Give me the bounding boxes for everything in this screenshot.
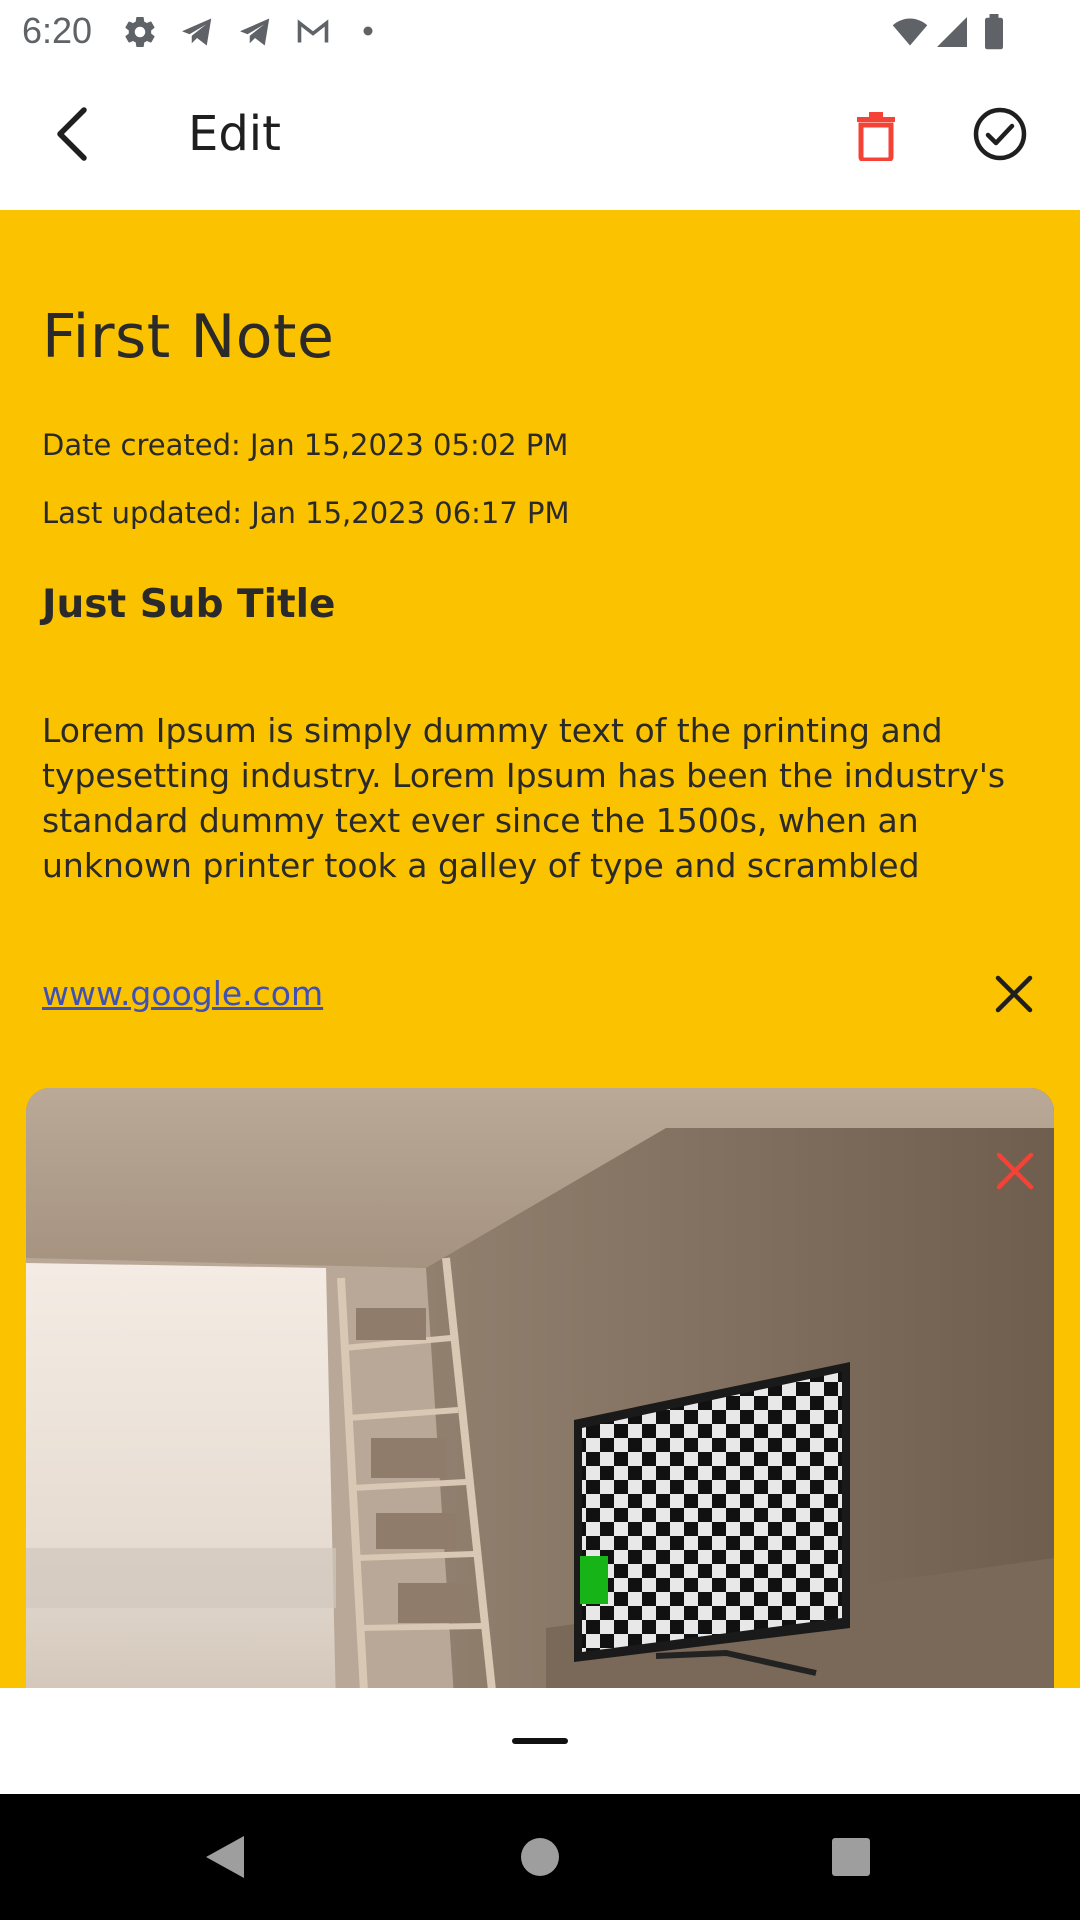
page-title: Edit bbox=[188, 106, 281, 162]
nav-recents-button[interactable] bbox=[818, 1824, 884, 1890]
trash-icon bbox=[857, 112, 895, 161]
nav-home-button[interactable] bbox=[507, 1824, 573, 1890]
save-button[interactable] bbox=[970, 104, 1030, 164]
note-content: First Note Date created: Jan 15,2023 05:… bbox=[0, 210, 1080, 1688]
note-image bbox=[26, 1088, 1054, 1688]
bottom-sheet bbox=[0, 1688, 1080, 1794]
home-circle-icon bbox=[521, 1838, 559, 1876]
note-title[interactable]: First Note bbox=[42, 302, 334, 372]
drag-handle[interactable] bbox=[512, 1738, 568, 1744]
telegram-icon bbox=[178, 14, 214, 50]
app-bar: Edit bbox=[0, 62, 1080, 210]
remove-link-button[interactable] bbox=[990, 970, 1038, 1018]
dot-icon bbox=[362, 22, 374, 36]
last-updated: Last updated: Jan 15,2023 06:17 PM bbox=[42, 496, 570, 530]
back-button[interactable] bbox=[42, 104, 102, 164]
gear-icon bbox=[122, 14, 158, 50]
cell-signal-icon bbox=[934, 14, 970, 50]
telegram-icon bbox=[236, 14, 272, 50]
gmail-icon bbox=[294, 14, 330, 50]
link-row: www.google.com bbox=[42, 964, 1038, 1034]
status-time: 6:20 bbox=[22, 10, 93, 51]
recents-square-icon bbox=[832, 1838, 870, 1876]
close-icon bbox=[996, 1152, 1034, 1190]
screen: 6:20 Edit First Note Date created: Jan 1… bbox=[0, 0, 1080, 1920]
room-photo bbox=[26, 1088, 1054, 1688]
note-link[interactable]: www.google.com bbox=[42, 974, 323, 1013]
date-created: Date created: Jan 15,2023 05:02 PM bbox=[42, 428, 569, 462]
note-subtitle[interactable]: Just Sub Title bbox=[42, 582, 336, 627]
chevron-left-icon bbox=[57, 107, 87, 161]
delete-button[interactable] bbox=[846, 104, 906, 168]
nav-back-button[interactable] bbox=[192, 1824, 258, 1890]
battery-icon bbox=[982, 14, 1018, 50]
note-body[interactable]: Lorem Ipsum is simply dummy text of the … bbox=[42, 708, 1042, 888]
system-nav-bar bbox=[0, 1794, 1080, 1920]
status-bar: 6:20 bbox=[0, 0, 1080, 62]
check-circle-icon bbox=[973, 107, 1027, 161]
back-triangle-icon bbox=[206, 1836, 244, 1878]
remove-image-button[interactable] bbox=[990, 1146, 1040, 1196]
wifi-icon bbox=[890, 14, 928, 50]
close-icon bbox=[995, 975, 1033, 1013]
